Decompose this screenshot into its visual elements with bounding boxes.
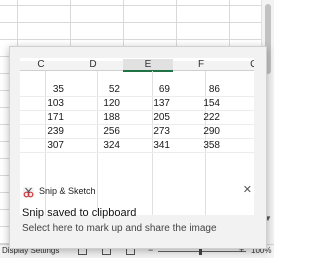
preview-cell: 290 [203, 126, 220, 137]
preview-row-line [20, 96, 254, 97]
preview-cell: 273 [153, 126, 170, 137]
app-name: Snip & Sketch [39, 186, 96, 196]
preview-row-line [20, 124, 254, 125]
snip-notification-toast[interactable]: C D E F G 35 52 69 86 103 120 137 154 171 188 205 222 23… [9, 46, 267, 249]
normal-view-icon[interactable] [78, 248, 87, 255]
snip-sketch-icon [23, 187, 34, 198]
preview-cell: 307 [47, 140, 64, 151]
preview-cell: 358 [203, 140, 220, 151]
preview-cell: 341 [153, 140, 170, 151]
close-icon[interactable]: ✕ [243, 183, 252, 196]
preview-cell: 69 [158, 84, 170, 95]
preview-cell: 171 [47, 112, 64, 123]
preview-cell: 222 [203, 112, 220, 123]
column-header-f: F [197, 59, 205, 70]
preview-cell: 154 [203, 98, 220, 109]
zoom-slider-track[interactable] [158, 251, 246, 252]
page-layout-view-icon[interactable] [102, 248, 111, 255]
preview-cell: 256 [103, 126, 120, 137]
column-header-g: G [229, 59, 254, 70]
preview-cell: 103 [47, 98, 64, 109]
preview-cell: 239 [47, 126, 64, 137]
preview-cell: 86 [208, 84, 220, 95]
column-header-e: E [123, 59, 173, 72]
toast-body: Select here to mark up and share the ima… [22, 223, 217, 234]
column-header-c: C [37, 59, 45, 70]
column-header-d: D [89, 59, 97, 70]
preview-cell: 205 [153, 112, 170, 123]
page-break-view-icon[interactable] [126, 248, 135, 255]
preview-cell: 324 [103, 140, 120, 151]
toast-title: Snip saved to clipboard [22, 207, 137, 219]
preview-row-line [20, 152, 254, 153]
preview-cell: 137 [153, 98, 170, 109]
preview-cell: 35 [52, 84, 64, 95]
preview-row-line [20, 138, 254, 139]
preview-cell: 52 [108, 84, 120, 95]
preview-row-line [20, 110, 254, 111]
column-header-row: C D E F G [20, 59, 254, 72]
preview-cell: 120 [103, 98, 120, 109]
preview-cell: 188 [103, 112, 120, 123]
